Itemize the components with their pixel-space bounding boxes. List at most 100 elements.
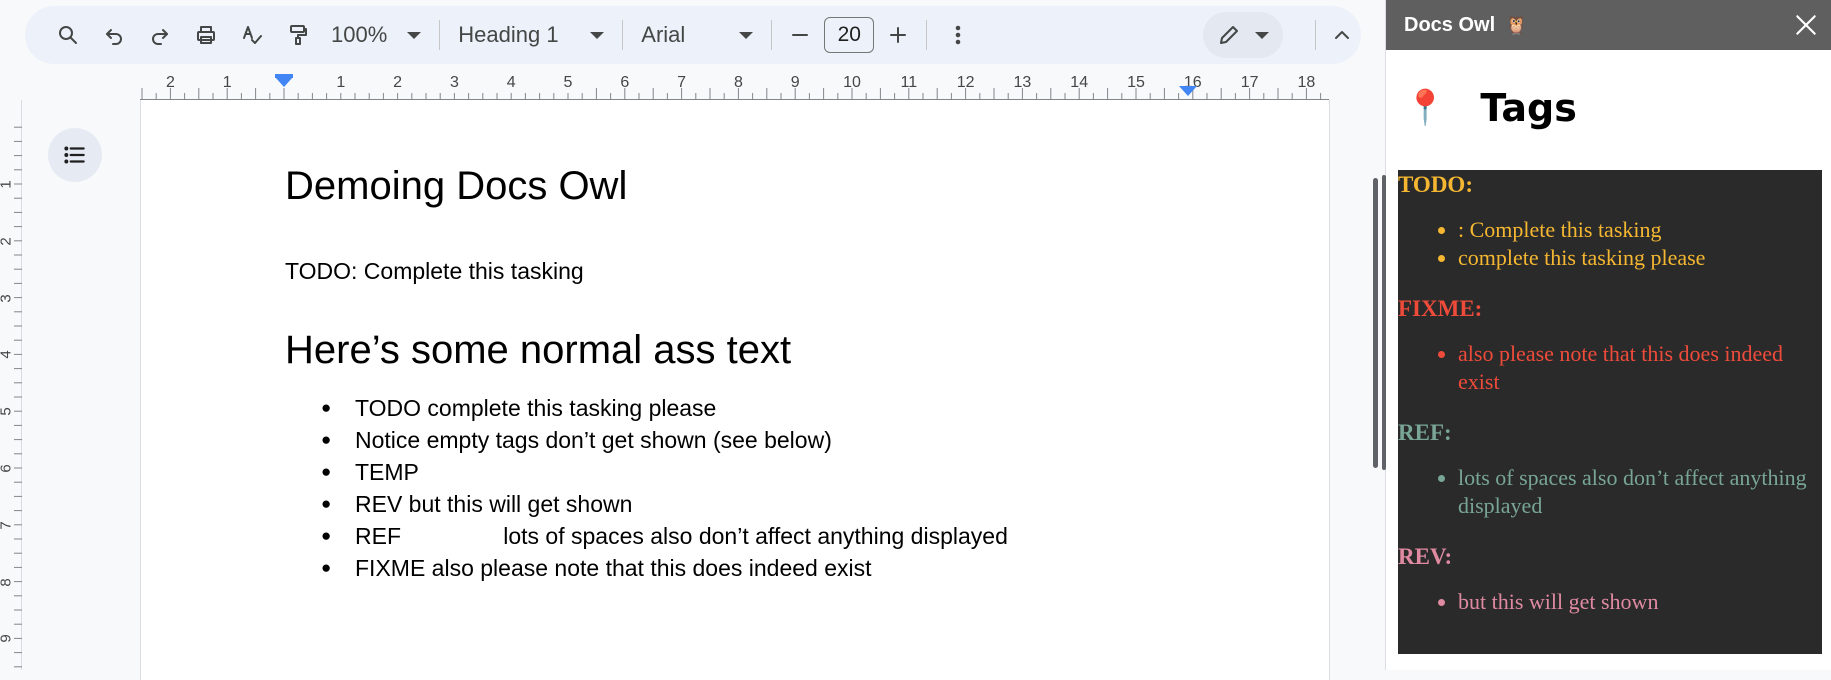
tag-heading: TODO: — [1398, 172, 1473, 197]
right-indent-marker[interactable] — [1179, 86, 1197, 96]
tag-group-rev: REV: but this will get shown — [1398, 544, 1822, 616]
ruler-number: 2 — [165, 74, 175, 91]
ruler-number: 11 — [900, 74, 918, 91]
chevron-down-icon — [407, 31, 422, 39]
left-indent-marker[interactable] — [275, 77, 293, 87]
toolbar-divider — [926, 20, 928, 50]
document-heading-2[interactable]: Here’s some normal ass text — [285, 328, 791, 373]
list-item[interactable]: TEMP — [321, 456, 1008, 488]
redo-button[interactable] — [137, 12, 183, 58]
font-select[interactable]: Arial — [631, 12, 763, 58]
ruler-number: 1 — [222, 74, 232, 91]
todo-paragraph[interactable]: TODO: Complete this tasking — [285, 258, 584, 285]
ruler-number: 2 — [393, 74, 403, 91]
paint-format-button[interactable] — [275, 12, 321, 58]
tag-item[interactable]: : Complete this tasking — [1458, 216, 1822, 244]
print-button[interactable] — [183, 12, 229, 58]
horizontal-ruler[interactable]: 2 1 1 2 3 4 5 6 7 8 9 10 11 12 13 14 15 16 17 18 — [0, 74, 1385, 100]
style-value: Heading 1 — [458, 22, 559, 47]
tag-item[interactable]: but this will get shown — [1458, 588, 1822, 616]
first-line-indent-marker[interactable] — [275, 74, 293, 78]
list-item[interactable]: TODO complete this tasking please — [321, 392, 1008, 424]
ruler-number: 10 — [843, 74, 861, 91]
ruler-number: 4 — [506, 74, 516, 91]
plus-icon — [890, 27, 907, 43]
more-vertical-icon — [955, 25, 961, 45]
page-scrollbar[interactable] — [1373, 178, 1378, 468]
vertical-ruler[interactable]: 1 2 3 4 5 6 7 8 9 — [0, 100, 22, 670]
style-select[interactable]: Heading 1 — [448, 12, 614, 58]
chevron-down-icon — [590, 31, 605, 39]
ruler-number: 5 — [563, 74, 573, 91]
decrease-font-size-button[interactable] — [780, 12, 820, 58]
paint-roller-icon — [290, 25, 307, 45]
docs-owl-sidebar: Docs Owl 🦉 📍 Tags TODO: : Complete this … — [1385, 0, 1831, 670]
toolbar-divider — [1315, 20, 1316, 50]
list-item[interactable]: FIXME also please note that this does in… — [321, 552, 1008, 584]
tag-group-ref: REF: lots of spaces also don’t affect an… — [1398, 420, 1822, 520]
tag-group-todo: TODO: : Complete this tasking complete t… — [1398, 172, 1822, 272]
ruler-ticks — [141, 88, 1322, 100]
toolbar-divider — [439, 20, 441, 50]
list-item[interactable]: REF lots of spaces also don’t affect any… — [321, 520, 1008, 552]
redo-icon — [152, 29, 168, 45]
font-value: Arial — [641, 22, 686, 47]
vertical-ruler-number: 4 — [0, 351, 15, 359]
vertical-ruler-number: 6 — [0, 464, 15, 472]
vertical-ruler-number: 1 — [0, 180, 15, 188]
tag-item[interactable]: also please note that this does indeed e… — [1458, 340, 1822, 396]
toolbar: 100% Heading 1 Arial 20 — [25, 6, 1361, 64]
document-page[interactable]: Demoing Docs Owl TODO: Complete this tas… — [140, 100, 1330, 680]
tag-group-fixme: FIXME: also please note that this does i… — [1398, 296, 1822, 396]
chevron-down-icon — [1255, 31, 1269, 39]
ruler-number: 15 — [1127, 74, 1145, 91]
list-icon — [64, 146, 85, 164]
sidebar-title-row: 📍 Tags — [1386, 50, 1831, 165]
ruler-number: 14 — [1070, 74, 1089, 91]
ruler-number: 12 — [956, 74, 975, 91]
search-icon — [59, 26, 77, 44]
print-icon — [197, 26, 215, 44]
ruler-number: 8 — [733, 74, 743, 91]
tag-items: lots of spaces also don’t affect anythin… — [1398, 464, 1822, 520]
pencil-icon — [1220, 26, 1238, 44]
ruler-number: 6 — [620, 74, 630, 91]
zoom-value: 100% — [331, 22, 388, 47]
sidebar-scrollbar[interactable] — [1382, 175, 1386, 470]
increase-font-size-button[interactable] — [878, 12, 918, 58]
close-icon[interactable] — [1793, 12, 1819, 38]
tags-panel: TODO: : Complete this tasking complete t… — [1398, 170, 1822, 654]
vertical-ruler-number: 8 — [0, 578, 15, 586]
undo-button[interactable] — [91, 12, 137, 58]
vertical-ruler-number: 3 — [0, 294, 15, 302]
vertical-ruler-number: 9 — [0, 635, 15, 643]
tag-heading: REV: — [1398, 544, 1453, 569]
tag-item[interactable]: complete this tasking please — [1458, 244, 1822, 272]
more-options-button[interactable] — [935, 12, 981, 58]
search-button[interactable] — [45, 12, 91, 58]
toolbar-divider — [622, 20, 624, 50]
ruler-number: 3 — [449, 74, 459, 91]
ruler-number: 9 — [790, 74, 800, 91]
editing-mode-button[interactable] — [1203, 12, 1283, 58]
tag-items: : Complete this tasking complete this ta… — [1398, 216, 1822, 272]
tag-item[interactable]: lots of spaces also don’t affect anythin… — [1458, 464, 1822, 520]
list-item[interactable]: REV but this will get shown — [321, 488, 1008, 520]
zoom-select[interactable]: 100% — [321, 12, 431, 58]
font-size-input[interactable]: 20 — [824, 17, 875, 53]
document-outline-button[interactable] — [48, 128, 102, 182]
tag-heading: FIXME: — [1398, 296, 1483, 321]
toolbar-divider — [771, 20, 773, 50]
list-item[interactable]: Notice empty tags don’t get shown (see b… — [321, 424, 1008, 456]
ruler-number: 18 — [1297, 74, 1316, 91]
vertical-ruler-number: 2 — [0, 237, 15, 245]
tag-items: but this will get shown — [1398, 588, 1822, 616]
document-title[interactable]: Demoing Docs Owl — [285, 164, 627, 209]
hide-menus-button[interactable] — [1319, 12, 1365, 58]
chevron-down-icon — [739, 31, 754, 39]
undo-icon — [106, 29, 122, 45]
pushpin-icon: 📍 — [1404, 88, 1447, 127]
vertical-ruler-number: 5 — [0, 408, 15, 416]
spellcheck-button[interactable] — [229, 12, 275, 58]
ruler-number: 13 — [1013, 74, 1032, 91]
